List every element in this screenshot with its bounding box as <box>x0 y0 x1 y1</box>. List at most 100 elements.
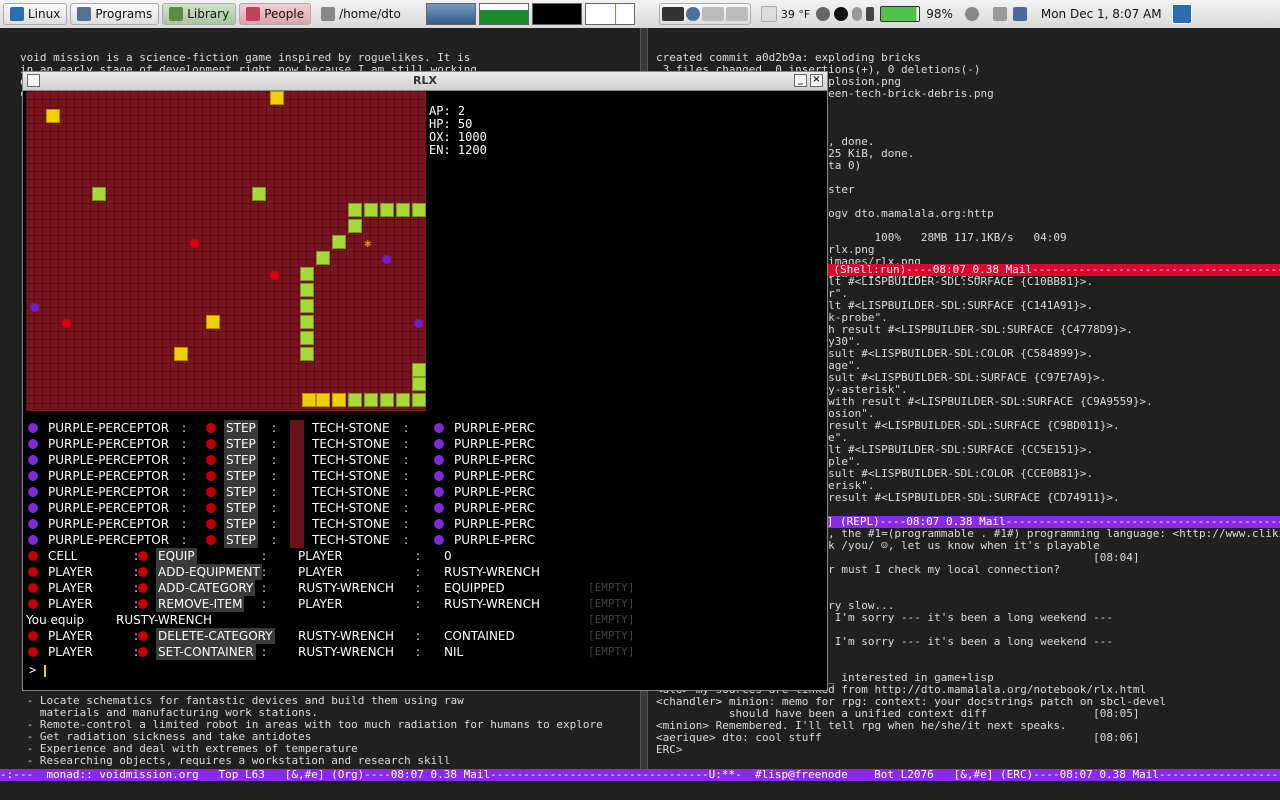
perceptor-icon <box>28 455 38 465</box>
irc-line: ERC> <box>656 743 690 756</box>
separator: : <box>404 533 409 547</box>
target-label: PURPLE-PERC <box>454 469 536 483</box>
action-icon <box>206 519 216 529</box>
treasure-tile <box>46 109 60 123</box>
tech-stone-icon <box>290 516 304 532</box>
target-label: TECH-STONE <box>312 453 390 467</box>
tech-brick-tile <box>252 187 266 201</box>
tech-brick-tile <box>348 203 362 217</box>
separator: : <box>404 501 409 515</box>
treasure-tile <box>332 393 346 407</box>
workspace-1-icon[interactable] <box>661 7 684 21</box>
action-label: STEP <box>224 452 258 468</box>
tech-brick-tile <box>348 219 362 233</box>
perceptor-icon <box>28 423 38 433</box>
notes-icon[interactable] <box>1171 4 1192 24</box>
separator: : <box>262 549 267 563</box>
workspace-4-icon[interactable] <box>725 7 748 21</box>
treasure-tile <box>206 315 220 329</box>
separator: : <box>404 421 409 435</box>
tech-brick-tile <box>300 283 314 297</box>
tech-brick-tile <box>300 315 314 329</box>
text-cursor <box>44 664 47 677</box>
treasure-tile <box>302 393 316 407</box>
value-label: CONTAINED <box>444 629 515 643</box>
separator: : <box>262 581 267 595</box>
workspace-switcher[interactable] <box>658 3 751 25</box>
purple-perceptor <box>30 303 39 312</box>
treasure-tile <box>316 393 330 407</box>
printer-icon[interactable] <box>992 7 1007 21</box>
player-icon <box>28 583 38 593</box>
settings-gear-icon[interactable] <box>964 7 979 21</box>
org-text-bottom: - Locate schematics for fantastic device… <box>0 695 603 767</box>
action-label: STEP <box>224 532 258 548</box>
command-prompt[interactable]: > <box>29 663 47 677</box>
log-row: PURPLE-PERCEPTOR: STEP: TECH-STONE: PURPLE-… <box>26 420 626 436</box>
rlx-titlebar[interactable]: RLX _ × <box>23 72 827 91</box>
workspace-3-icon[interactable] <box>701 7 724 21</box>
home-folder-button[interactable]: /home/dto <box>314 3 408 25</box>
weather-icon <box>760 6 777 22</box>
action-label: STEP <box>224 436 258 452</box>
separator: : <box>262 629 267 643</box>
actor-label: PURPLE-PERCEPTOR <box>48 421 170 435</box>
programs-icon <box>77 7 92 21</box>
tech-brick-tile <box>412 203 426 217</box>
clock[interactable]: Mon Dec 1, 8:07 AM <box>1041 7 1162 21</box>
action-label: STEP <box>224 516 258 532</box>
actor-label: PURPLE-PERCEPTOR <box>48 453 170 467</box>
top-panel: Linux Programs Library People /home/dto … <box>0 0 1280 29</box>
actor-label: PURPLE-PERCEPTOR <box>48 533 170 547</box>
library-menu-button[interactable]: Library <box>162 3 237 25</box>
action-icon <box>206 535 216 545</box>
stat-en: EN: 1200 <box>429 143 487 157</box>
value-label: RUSTY-WRENCH <box>444 565 540 579</box>
workspace-2-icon[interactable] <box>685 7 700 21</box>
linux-menu-button[interactable]: Linux <box>3 3 68 25</box>
programs-menu-button[interactable]: Programs <box>70 3 160 25</box>
display-icon[interactable] <box>1012 7 1027 21</box>
people-menu-button[interactable]: People <box>239 3 312 25</box>
window-menu-icon[interactable] <box>27 74 40 87</box>
people-icon <box>246 7 261 21</box>
separator: : <box>182 437 187 451</box>
network-icon[interactable] <box>834 7 849 21</box>
power-icon[interactable] <box>866 7 875 21</box>
tech-brick-tile <box>92 187 106 201</box>
close-icon[interactable]: × <box>810 74 823 87</box>
log-row: PURPLE-PERCEPTOR: STEP: TECH-STONE: PURPLE-… <box>26 468 626 484</box>
brightness-icon[interactable] <box>852 7 863 21</box>
rlx-game-window[interactable]: RLX _ × ✱ AP: 2 HP: 50 OX: 1000 EN: 1200… <box>22 71 828 691</box>
tech-brick-tile <box>396 393 410 407</box>
target-label: TECH-STONE <box>312 469 390 483</box>
separator: : <box>182 485 187 499</box>
target-label: PLAYER <box>298 549 343 563</box>
red-blob <box>270 271 279 280</box>
tech-brick-tile <box>300 331 314 345</box>
tech-brick-tile <box>412 377 426 391</box>
separator: : <box>416 581 421 595</box>
irc-line: <aerique> dto: cool stuff [08:06] <box>656 731 1140 744</box>
action-icon <box>138 567 148 577</box>
action-row: CELL: EQUIP: PLAYER:0 <box>26 548 626 564</box>
minimize-icon[interactable]: _ <box>794 74 807 87</box>
message-text: You equip <box>26 613 85 627</box>
separator: : <box>272 517 277 531</box>
target-label: TECH-STONE <box>312 485 390 499</box>
action-row: PLAYER: DELETE-CATEGORY: RUSTY-WRENCH: CONT… <box>26 628 634 644</box>
action-label: ADD-EQUIPMENT <box>156 564 262 580</box>
separator: : <box>272 501 277 515</box>
action-row: PLAYER: ADD-EQUIPMENT: PLAYER: RUSTY-WRENCH <box>26 564 626 580</box>
perceptor-icon <box>28 535 38 545</box>
tech-brick-tile <box>364 203 378 217</box>
action-icon <box>206 423 216 433</box>
action-icon <box>138 599 148 609</box>
perceptor-icon <box>434 423 444 433</box>
minibuffer[interactable] <box>0 781 1280 800</box>
separator: : <box>182 469 187 483</box>
action-row: PLAYER: REMOVE-ITEM: PLAYER: RUSTY-WRENCH [E… <box>26 596 634 612</box>
target-label: TECH-STONE <box>312 501 390 515</box>
game-map[interactable]: ✱ <box>26 91 426 411</box>
volume-icon[interactable] <box>816 7 831 21</box>
